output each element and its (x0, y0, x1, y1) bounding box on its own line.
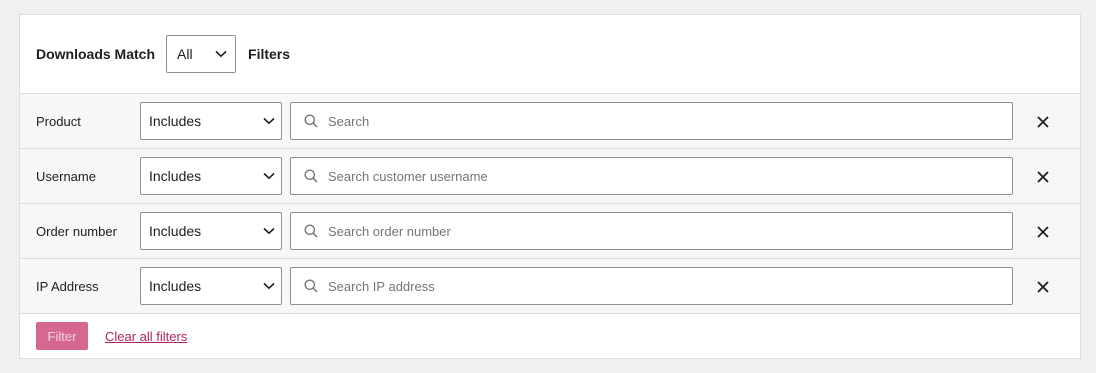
remove-filter-button[interactable] (1034, 168, 1052, 186)
filter-row-label: IP Address (36, 279, 99, 294)
remove-filter-button[interactable] (1034, 278, 1052, 296)
close-icon (1037, 116, 1049, 128)
rule-select-value: Includes (149, 168, 202, 184)
close-icon (1037, 226, 1049, 238)
filter-row-order-number: Order number Includes Search order numbe… (20, 204, 1080, 259)
filter-row-label: Username (36, 169, 96, 184)
search-placeholder: Search IP address (328, 278, 435, 294)
chevron-down-icon (263, 117, 275, 125)
rule-select[interactable]: Includes (140, 267, 282, 305)
search-icon (304, 114, 318, 128)
downloads-match-label: Downloads Match (36, 46, 156, 62)
chevron-down-icon (263, 227, 275, 235)
chevron-down-icon (215, 50, 227, 58)
filter-button[interactable]: Filter (36, 322, 88, 350)
remove-filter-button[interactable] (1034, 113, 1052, 131)
chevron-down-icon (263, 282, 275, 290)
rule-select-value: Includes (149, 113, 202, 129)
filters-label: Filters (248, 46, 291, 62)
rule-select[interactable]: Includes (140, 157, 282, 195)
order-number-search-input[interactable]: Search order number (290, 212, 1013, 250)
filters-header: Downloads Match All Filters (20, 15, 1080, 94)
rule-select[interactable]: Includes (140, 102, 282, 140)
ip-address-search-input[interactable]: Search IP address (290, 267, 1013, 305)
filters-footer: Filter Clear all filters (20, 314, 1080, 358)
search-placeholder: Search customer username (328, 168, 488, 184)
chevron-down-icon (263, 172, 275, 180)
search-placeholder: Search (328, 113, 370, 129)
clear-all-filters-link[interactable]: Clear all filters (105, 329, 187, 344)
rule-select-value: Includes (149, 278, 202, 294)
rule-select-value: Includes (149, 223, 202, 239)
match-select[interactable]: All (166, 35, 237, 73)
filter-row-label: Order number (36, 224, 117, 239)
filter-row-product: Product Includes Search (20, 94, 1080, 149)
search-placeholder: Search order number (328, 223, 451, 239)
filter-row-username: Username Includes Search customer userna… (20, 149, 1080, 204)
close-icon (1037, 281, 1049, 293)
search-icon (304, 279, 318, 293)
filter-rows: Product Includes Search Username Include… (20, 94, 1080, 314)
search-icon (304, 224, 318, 238)
search-icon (304, 169, 318, 183)
match-select-value: All (177, 46, 193, 62)
product-search-input[interactable]: Search (290, 102, 1013, 140)
username-search-input[interactable]: Search customer username (290, 157, 1013, 195)
remove-filter-button[interactable] (1034, 223, 1052, 241)
filter-row-label: Product (36, 114, 81, 129)
advanced-filters-panel: Downloads Match All Filters Product Incl… (19, 14, 1081, 359)
rule-select[interactable]: Includes (140, 212, 282, 250)
close-icon (1037, 171, 1049, 183)
filter-row-ip-address: IP Address Includes Search IP address (20, 259, 1080, 314)
